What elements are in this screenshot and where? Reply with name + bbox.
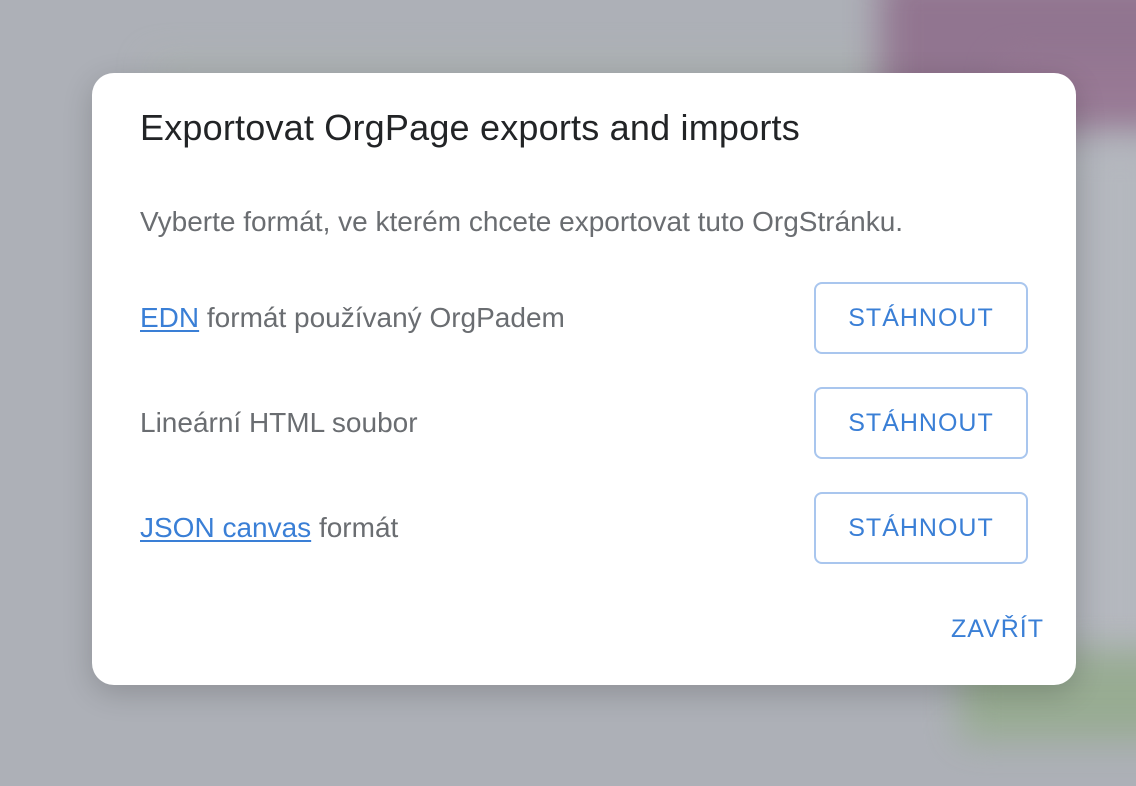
- format-description: formát: [311, 512, 399, 543]
- background-blur-shape: [1080, 140, 1136, 660]
- format-label: Lineární HTML soubor: [140, 407, 418, 439]
- edn-link[interactable]: EDN: [140, 302, 199, 333]
- format-row-edn: EDN formát používaný OrgPadem STÁHNOUT: [140, 282, 1028, 354]
- dialog-description: Vyberte formát, ve kterém chcete exporto…: [140, 206, 904, 237]
- format-row-json-canvas: JSON canvas formát STÁHNOUT: [140, 492, 1028, 564]
- json-canvas-link[interactable]: JSON canvas: [140, 512, 311, 543]
- download-html-button[interactable]: STÁHNOUT: [814, 387, 1028, 459]
- close-button[interactable]: ZAVŘÍT: [951, 609, 1044, 650]
- download-json-canvas-button[interactable]: STÁHNOUT: [814, 492, 1028, 564]
- format-description: formát používaný OrgPadem: [199, 302, 565, 333]
- format-description: Lineární HTML soubor: [140, 407, 418, 438]
- dialog-title: Exportovat OrgPage exports and imports: [140, 107, 800, 148]
- export-dialog: Exportovat OrgPage exports and imports V…: [92, 73, 1076, 685]
- format-label: JSON canvas formát: [140, 512, 398, 544]
- download-edn-button[interactable]: STÁHNOUT: [814, 282, 1028, 354]
- format-row-html: Lineární HTML soubor STÁHNOUT: [140, 387, 1028, 459]
- format-label: EDN formát používaný OrgPadem: [140, 302, 565, 334]
